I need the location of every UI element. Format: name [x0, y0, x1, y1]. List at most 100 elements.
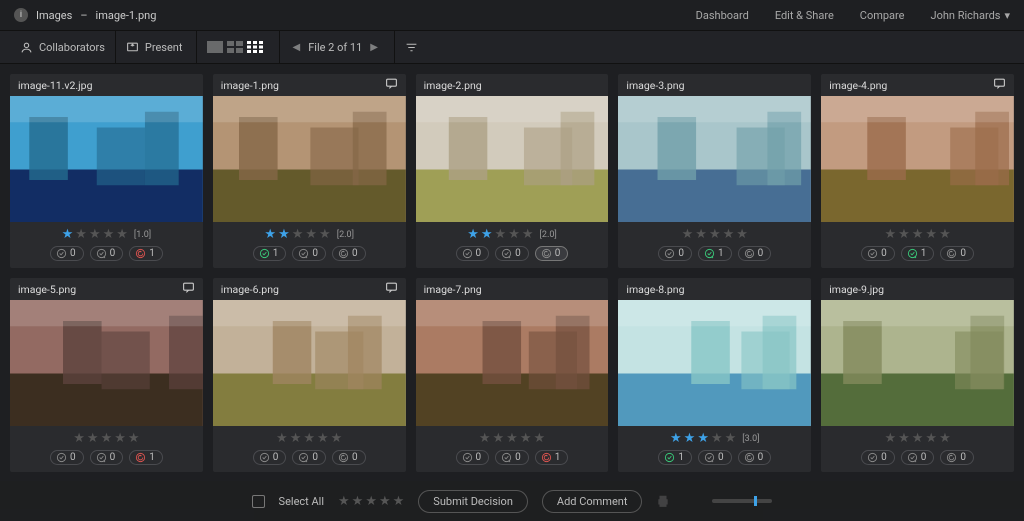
counter-pill[interactable]: 0	[901, 450, 935, 465]
filter-button[interactable]	[394, 31, 428, 63]
counter-pill[interactable]: 0	[738, 450, 772, 465]
counter-pill[interactable]: 1	[901, 246, 935, 261]
thumbnail[interactable]	[821, 96, 1014, 222]
star-rating[interactable]: ★★★★★	[884, 227, 950, 242]
select-all-label[interactable]: Select All	[279, 495, 324, 508]
card-filename: image-7.png	[424, 283, 482, 296]
nav-dashboard[interactable]: Dashboard	[696, 9, 749, 22]
thumbnail[interactable]	[213, 300, 406, 426]
card-filename: image-9.jpg	[829, 283, 884, 296]
image-card[interactable]: image-8.png ★★★★★[3.0] 1 0 0	[618, 278, 811, 472]
nav-compare[interactable]: Compare	[860, 9, 905, 22]
card-filename: image-5.png	[18, 283, 76, 296]
counter-pill[interactable]: 0	[90, 450, 124, 465]
image-card[interactable]: image-11.v2.jpg ★★★★★[1.0] 0 0 1	[10, 74, 203, 268]
star-rating[interactable]: ★★★★★[2.0]	[264, 227, 354, 242]
thumbnail[interactable]	[213, 96, 406, 222]
counter-pill[interactable]: 0	[332, 450, 366, 465]
next-file-icon[interactable]: ▶	[370, 42, 378, 53]
zoom-slider[interactable]	[712, 499, 772, 503]
star-rating[interactable]: ★★★★★	[276, 431, 342, 446]
thumbnail[interactable]	[416, 96, 609, 222]
thumbnail[interactable]	[10, 300, 203, 426]
comment-icon[interactable]	[385, 77, 398, 93]
thumbnail[interactable]	[416, 300, 609, 426]
star-rating[interactable]: ★★★★★	[884, 431, 950, 446]
counter-pill[interactable]: 0	[698, 450, 732, 465]
counter-pill[interactable]: 0	[253, 450, 287, 465]
counter-pill[interactable]: 1	[535, 450, 569, 465]
user-name: John Richards	[931, 9, 1001, 22]
collaborators-button[interactable]: Collaborators	[10, 31, 115, 63]
counter-pill[interactable]: 1	[658, 450, 692, 465]
file-position-label: File 2 of 11	[308, 41, 362, 54]
counter-pill[interactable]: 1	[129, 450, 163, 465]
image-card[interactable]: image-7.png ★★★★★ 0 0 1	[416, 278, 609, 472]
comment-icon[interactable]	[385, 281, 398, 297]
card-filename: image-2.png	[424, 79, 482, 92]
image-card[interactable]: image-3.png ★★★★★ 0 1 0	[618, 74, 811, 268]
counter-pill[interactable]: 0	[456, 246, 490, 261]
image-card[interactable]: image-1.png ★★★★★[2.0] 1 0 0	[213, 74, 406, 268]
counter-pill[interactable]: 0	[50, 450, 84, 465]
view-medium-grid-icon[interactable]	[227, 41, 243, 53]
star-rating[interactable]: ★★★★★[3.0]	[670, 431, 760, 446]
user-icon	[20, 41, 33, 54]
info-icon[interactable]: i	[14, 8, 28, 22]
counter-pill[interactable]: 0	[332, 246, 366, 261]
counter-pill[interactable]: 0	[90, 246, 124, 261]
comment-icon[interactable]	[182, 281, 195, 297]
card-filename: image-3.png	[626, 79, 684, 92]
user-menu[interactable]: John Richards ▾	[931, 9, 1011, 22]
counter-pill[interactable]: 0	[940, 450, 974, 465]
view-small-grid-icon[interactable]	[247, 41, 263, 53]
counter-pill[interactable]: 0	[861, 246, 895, 261]
add-comment-button[interactable]: Add Comment	[542, 490, 643, 513]
star-rating[interactable]: ★★★★★	[479, 431, 545, 446]
thumbnail[interactable]	[10, 96, 203, 222]
comment-icon[interactable]	[993, 77, 1006, 93]
footer-stars[interactable]: ★★★★★	[338, 494, 404, 509]
counter-pill[interactable]: 0	[50, 246, 84, 261]
nav-edit-share[interactable]: Edit & Share	[775, 9, 834, 22]
present-button[interactable]: Present	[115, 31, 193, 63]
image-card[interactable]: image-9.jpg ★★★★★ 0 0 0	[821, 278, 1014, 472]
counter-pill[interactable]: 0	[495, 450, 529, 465]
card-filename: image-6.png	[221, 283, 279, 296]
counter-pill[interactable]: 1	[129, 246, 163, 261]
view-single-icon[interactable]	[207, 41, 223, 53]
counter-pill[interactable]: 0	[292, 450, 326, 465]
image-card[interactable]: image-2.png ★★★★★[2.0] 0 0 0	[416, 74, 609, 268]
counter-pill[interactable]: 0	[658, 246, 692, 261]
card-filename: image-1.png	[221, 79, 279, 92]
image-card[interactable]: image-5.png ★★★★★ 0 0 1	[10, 278, 203, 472]
counter-pill[interactable]: 0	[535, 246, 569, 261]
star-rating[interactable]: ★★★★★	[682, 227, 748, 242]
star-rating[interactable]: ★★★★★[1.0]	[62, 227, 152, 242]
counter-pill[interactable]: 0	[940, 246, 974, 261]
thumbnail[interactable]	[618, 300, 811, 426]
card-filename: image-8.png	[626, 283, 684, 296]
breadcrumb-file[interactable]: image-1.png	[96, 9, 157, 22]
breadcrumb-folder[interactable]: Images	[36, 9, 72, 22]
counter-pill[interactable]: 1	[698, 246, 732, 261]
counter-pill[interactable]: 0	[861, 450, 895, 465]
image-card[interactable]: image-6.png ★★★★★ 0 0 0	[213, 278, 406, 472]
prev-file-icon[interactable]: ◀	[292, 42, 300, 53]
counter-pill[interactable]: 0	[456, 450, 490, 465]
select-all-checkbox[interactable]	[252, 495, 265, 508]
thumbnail[interactable]	[618, 96, 811, 222]
submit-decision-button[interactable]: Submit Decision	[418, 490, 528, 513]
image-card[interactable]: image-4.png ★★★★★ 0 1 0	[821, 74, 1014, 268]
star-rating[interactable]: ★★★★★[2.0]	[467, 227, 557, 242]
counter-pill[interactable]: 1	[253, 246, 287, 261]
card-filename: image-4.png	[829, 79, 887, 92]
counter-pill[interactable]: 0	[738, 246, 772, 261]
print-icon[interactable]	[656, 494, 670, 508]
star-rating[interactable]: ★★★★★	[73, 431, 139, 446]
card-filename: image-11.v2.jpg	[18, 79, 92, 92]
counter-pill[interactable]: 0	[292, 246, 326, 261]
download-icon[interactable]	[684, 494, 698, 508]
thumbnail[interactable]	[821, 300, 1014, 426]
counter-pill[interactable]: 0	[495, 246, 529, 261]
